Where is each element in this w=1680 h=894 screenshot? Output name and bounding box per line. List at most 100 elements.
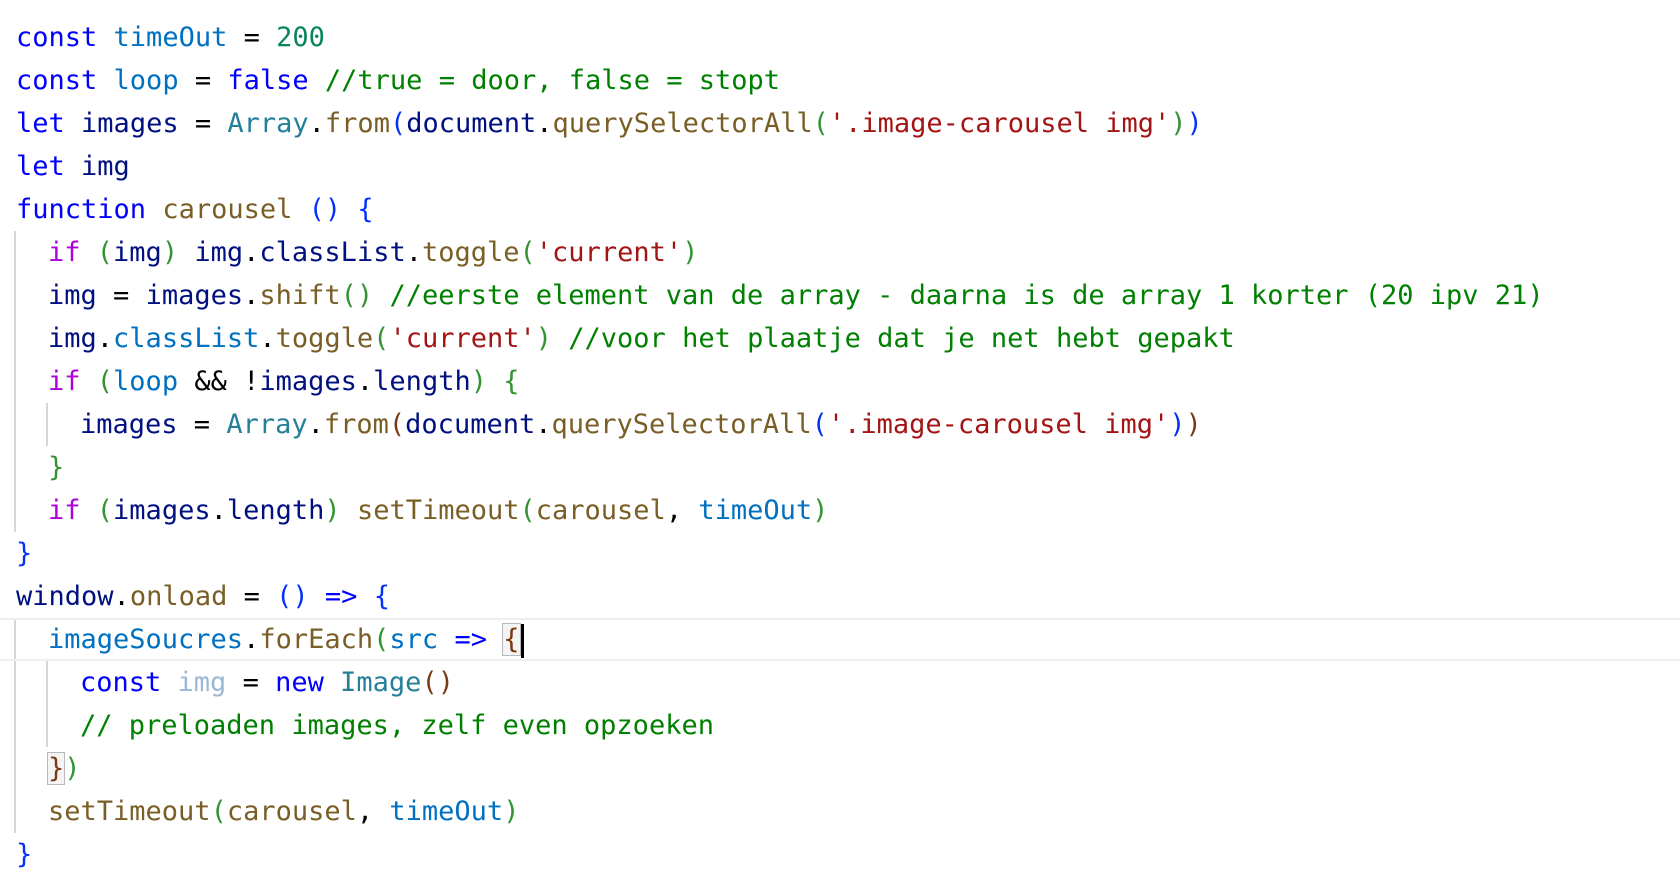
code-line[interactable]: const img = new Image() (0, 661, 1680, 704)
code-token: ( (210, 796, 227, 827)
code-token: timeOut (113, 22, 228, 53)
code-text: }) (46, 747, 81, 790)
code-token: carousel (535, 495, 666, 526)
code-text: let img (16, 145, 130, 188)
code-token: length (226, 495, 325, 526)
code-token: ) (1185, 409, 1202, 440)
code-line[interactable]: let images = Array.from(document.querySe… (0, 102, 1680, 145)
code-token: loop (113, 366, 179, 397)
code-line[interactable]: const timeOut = 200 (0, 16, 1680, 59)
code-line[interactable]: const loop = false //true = door, false … (0, 59, 1680, 102)
code-token: () (276, 581, 309, 612)
code-token: ( (519, 237, 536, 268)
code-line[interactable]: function carousel () { (0, 188, 1680, 231)
code-token: . (535, 409, 552, 440)
indent-guide (46, 403, 48, 446)
indent-guide (14, 446, 16, 489)
code-token: ) (812, 495, 829, 526)
code-line[interactable]: img.classList.toggle('current') //voor h… (0, 317, 1680, 360)
code-line[interactable]: setTimeout(carousel, timeOut) (0, 790, 1680, 833)
code-token: . (356, 366, 374, 397)
code-line[interactable]: }) (0, 747, 1680, 790)
code-line[interactable]: } (0, 833, 1680, 876)
code-token: ) (1170, 108, 1187, 139)
code-text: if (loop && !images.length) { (48, 360, 520, 403)
code-token: => (454, 624, 487, 655)
code-text: window.onload = () => { (16, 575, 390, 618)
code-token: if (48, 237, 81, 268)
code-token: ) (535, 323, 553, 354)
code-token: = (96, 280, 146, 311)
code-editor[interactable]: const timeOut = 200 const loop = false //… (0, 16, 1680, 876)
code-line[interactable]: images = Array.from(document.querySelect… (0, 403, 1680, 446)
code-line[interactable]: img = images.shift() //eerste element va… (0, 274, 1680, 317)
code-text: if (images.length) setTimeout(carousel, … (48, 489, 828, 532)
code-line[interactable]: if (img) img.classList.toggle('current') (0, 231, 1680, 274)
code-line[interactable]: } (0, 446, 1680, 489)
code-line[interactable]: if (images.length) setTimeout(carousel, … (0, 489, 1680, 532)
code-token: = (178, 108, 228, 139)
code-token: ( (389, 108, 407, 139)
code-token: shift (259, 280, 341, 311)
indent-guide (46, 704, 48, 747)
code-token: . (243, 237, 260, 268)
indent-guide (14, 317, 16, 360)
code-token: function (16, 194, 147, 225)
code-token: Array (226, 409, 308, 440)
indent-guide (14, 360, 16, 403)
code-token: images (145, 280, 244, 311)
code-token: images (113, 495, 211, 526)
indent-guide (14, 747, 16, 790)
code-token: && ! (178, 366, 260, 397)
code-token: ( (373, 323, 390, 354)
code-token: . (210, 495, 227, 526)
code-line[interactable]: } (0, 532, 1680, 575)
code-line[interactable]: let img (0, 145, 1680, 188)
code-token: querySelectorAll (552, 108, 813, 139)
code-token: } (46, 752, 66, 785)
code-token: = (177, 409, 227, 440)
code-token: . (536, 108, 553, 139)
code-line[interactable]: // preloaden images, zelf even opzoeken (0, 704, 1680, 747)
code-token: . (259, 323, 276, 354)
code-token: from (323, 409, 389, 440)
code-line[interactable]: window.onload = () => { (0, 575, 1680, 618)
code-token: window (16, 581, 114, 612)
code-token: = (226, 667, 276, 698)
code-token: () (421, 667, 454, 698)
text-cursor (520, 623, 524, 658)
code-text: const img = new Image() (80, 661, 454, 704)
code-token: img (48, 280, 97, 311)
code-token: . (308, 108, 325, 139)
code-text: function carousel () { (16, 188, 374, 231)
code-text: const timeOut = 200 (16, 16, 325, 59)
code-token: . (243, 624, 260, 655)
code-token: img (113, 237, 162, 268)
code-line-current[interactable]: imageSoucres.forEach(src => { (0, 618, 1680, 661)
code-line[interactable]: if (loop && !images.length) { (0, 360, 1680, 403)
code-token: toggle (421, 237, 520, 268)
code-token: onload (129, 581, 228, 612)
code-token: length (373, 366, 471, 397)
code-token: //voor het plaatje dat je net hebt gepak… (568, 323, 1235, 354)
code-token: img (177, 667, 227, 698)
code-token: '.image-carousel img' (827, 409, 1170, 440)
code-token: ) (1169, 409, 1186, 440)
code-token: . (243, 280, 260, 311)
code-text: images = Array.from(document.querySelect… (80, 403, 1202, 446)
code-token: setTimeout (48, 796, 211, 827)
